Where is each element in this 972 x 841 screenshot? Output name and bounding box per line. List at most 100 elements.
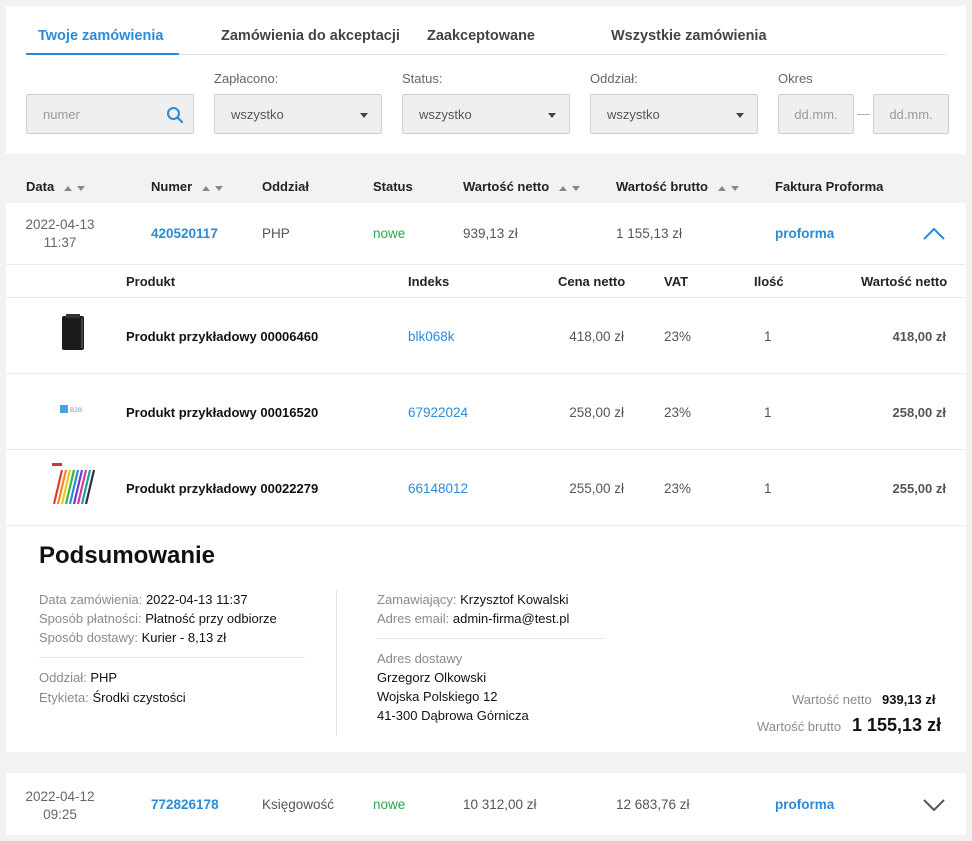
summary-delivery: Sposób dostawy: Kurier - 8,13 zł [39, 628, 226, 647]
date-from-input[interactable]: dd.mm. [778, 94, 854, 134]
product-thumbnail-b2b-logo[interactable]: B2B [48, 384, 98, 434]
chevron-down-icon [736, 113, 744, 118]
tab-accepted[interactable]: Zaakceptowane [427, 28, 535, 44]
summary-order-date: Data zamówienia: 2022-04-13 11:37 [39, 590, 248, 609]
header-gross[interactable]: Wartość brutto [616, 179, 740, 194]
product-header-vat: VAT [664, 274, 689, 289]
status-select[interactable]: wszystko [402, 94, 570, 134]
summary-net-value: 939,13 zł [882, 692, 936, 707]
order-status: nowe [373, 797, 406, 812]
summary-branch-label: Oddział: [39, 670, 87, 685]
header-net-label: Wartość netto [463, 179, 550, 194]
search-input[interactable]: numer [26, 94, 194, 134]
thumbnail-logo-text: B2B [70, 407, 82, 414]
product-qty: 1 [764, 481, 772, 496]
summary-address: Adres dostawy Grzegorz Olkowski Wojska P… [377, 649, 529, 725]
summary-address-street: Wojska Polskiego 12 [377, 689, 498, 704]
order-gross: 12 683,76 zł [616, 797, 690, 812]
branch-select[interactable]: wszystko [590, 94, 758, 134]
tab-all-orders[interactable]: Wszystkie zamówienia [611, 28, 767, 44]
header-number[interactable]: Numer [151, 179, 224, 194]
product-thumbnail-black-notebook[interactable] [48, 308, 98, 358]
order-date-day: 2022-04-12 [25, 789, 95, 804]
product-header-net-price: Cena netto [558, 274, 626, 289]
order-branch: PHP [262, 226, 290, 241]
product-index-link[interactable]: blk068k [408, 329, 455, 344]
branch-label: Oddział: [590, 71, 638, 86]
sort-icon[interactable] [558, 184, 581, 192]
summary-delivery-value: Kurier - 8,13 zł [141, 630, 227, 645]
paid-select[interactable]: wszystko [214, 94, 382, 134]
period-label: Okres [778, 71, 813, 86]
product-thumbnail-colored-pens[interactable] [48, 460, 98, 510]
order-status: nowe [373, 226, 406, 241]
product-header-qty: Ilość [754, 274, 784, 289]
tab-orders-to-accept[interactable]: Zamówienia do akceptacji [221, 28, 400, 44]
sort-icon[interactable] [717, 184, 740, 192]
filters-panel: Twoje zamówienia Zamówienia do akceptacj… [6, 6, 966, 154]
summary-address-label: Adres dostawy [377, 651, 463, 666]
sort-icon[interactable] [201, 184, 224, 192]
summary-branch-value: PHP [90, 670, 118, 685]
product-qty: 1 [764, 405, 772, 420]
summary-orderer-label: Zamawiający: [377, 592, 457, 607]
order-number-link[interactable]: 420520117 [151, 226, 218, 241]
status-label: Status: [402, 71, 443, 86]
summary-net-label: Wartość netto [792, 692, 872, 707]
summary-payment-value: Płatność przy odbiorze [145, 611, 277, 626]
divider [377, 638, 605, 639]
branch-select-value: wszystko [607, 107, 660, 122]
product-qty: 1 [764, 329, 772, 344]
tab-your-orders[interactable]: Twoje zamówienia [38, 28, 163, 44]
sort-icon[interactable] [63, 184, 86, 192]
summary-gross-value: 1 155,13 zł [852, 715, 942, 735]
product-index-link[interactable]: 67922024 [408, 405, 468, 420]
product-vat: 23% [664, 329, 692, 344]
chevron-up-icon[interactable] [922, 227, 946, 241]
search-icon[interactable] [166, 106, 184, 124]
summary-tag: Etykieta: Środki czystości [39, 688, 186, 707]
summary-branch: Oddział: PHP [39, 668, 117, 687]
order-tabs: Twoje zamówienia Zamówienia do akceptacj… [26, 6, 946, 55]
product-net-value: 418,00 zł [892, 329, 947, 344]
date-separator: — [857, 106, 870, 121]
order-number-link[interactable]: 772826178 [151, 797, 219, 812]
product-name[interactable]: Produkt przykładowy 00022279 [126, 481, 318, 496]
summary-orderer-value: Krzysztof Kowalski [460, 592, 569, 607]
summary-payment: Sposób płatności: Płatność przy odbiorze [39, 609, 277, 628]
date-to-input[interactable]: dd.mm. [873, 94, 949, 134]
divider [6, 264, 966, 265]
summary-tag-value: Środki czystości [92, 690, 186, 705]
header-number-label: Numer [151, 179, 193, 194]
product-net-value: 258,00 zł [892, 405, 947, 420]
chevron-down-icon [360, 113, 368, 118]
date-to-placeholder: dd.mm. [889, 107, 933, 122]
summary-address-city: 41-300 Dąbrowa Górnicza [377, 708, 529, 723]
product-name[interactable]: Produkt przykładowy 00016520 [126, 405, 318, 420]
product-net-price: 418,00 zł [569, 329, 624, 344]
paid-label: Zapłacono: [214, 71, 279, 86]
header-gross-label: Wartość brutto [616, 179, 708, 194]
summary-email-value: admin-firma@test.pl [452, 611, 570, 626]
divider [6, 373, 966, 374]
proforma-link[interactable]: proforma [775, 797, 834, 812]
order-gross: 1 155,13 zł [616, 226, 683, 241]
product-index-link[interactable]: 66148012 [408, 481, 468, 496]
order-row-expanded: 2022-04-13 11:37 420520117 PHP nowe 939,… [6, 203, 966, 752]
summary-delivery-label: Sposób dostawy: [39, 630, 139, 645]
header-date-label: Data [26, 179, 55, 194]
header-net[interactable]: Wartość netto [463, 179, 581, 194]
summary-title: Podsumowanie [39, 542, 216, 569]
order-row[interactable]: 2022-04-12 09:25 772826178 Księgowość no… [6, 773, 966, 835]
product-name[interactable]: Produkt przykładowy 00006460 [126, 329, 318, 344]
summary-tag-label: Etykieta: [39, 690, 89, 705]
proforma-link[interactable]: proforma [775, 226, 834, 241]
summary-email-label: Adres email: [377, 611, 450, 626]
chevron-down-icon[interactable] [922, 798, 946, 812]
order-date-time: 09:25 [43, 807, 77, 822]
order-date-time: 11:37 [43, 235, 77, 250]
summary-orderer: Zamawiający: Krzysztof Kowalski [377, 590, 568, 609]
header-date[interactable]: Data [26, 179, 86, 194]
summary-address-name: Grzegorz Olkowski [377, 670, 487, 685]
product-net-price: 255,00 zł [569, 481, 624, 496]
